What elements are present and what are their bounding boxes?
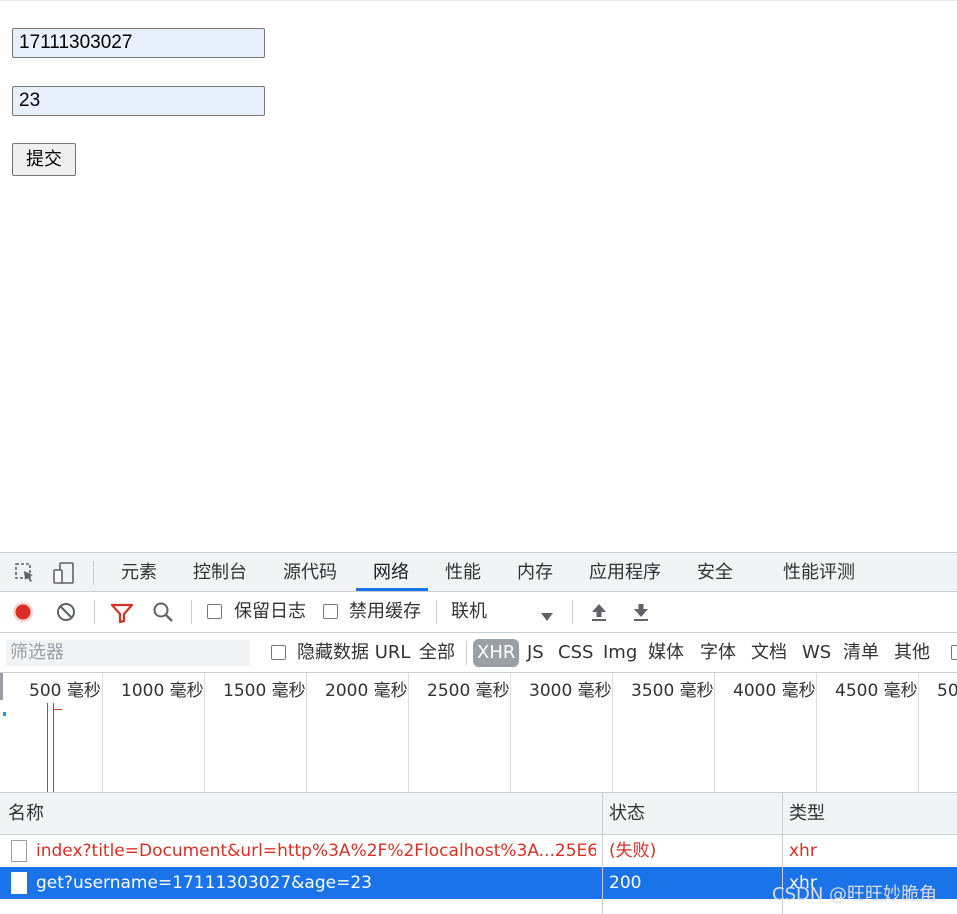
device-toolbar-icon[interactable] bbox=[52, 561, 76, 585]
hide-data-url-checkbox[interactable] bbox=[271, 645, 286, 660]
timeline-gridline bbox=[816, 673, 817, 792]
devtools-panel: 元素 控制台 源代码 网络 性能 内存 应用程序 安全 性能评测 保留日志 禁用… bbox=[0, 552, 957, 914]
tab-console[interactable]: 控制台 bbox=[193, 553, 247, 591]
record-icon[interactable] bbox=[12, 601, 34, 623]
column-header-type[interactable]: 类型 bbox=[789, 793, 825, 835]
timeline-request-mark bbox=[3, 712, 6, 716]
blocked-requests-checkbox[interactable] bbox=[951, 645, 957, 660]
tab-sources[interactable]: 源代码 bbox=[283, 553, 337, 591]
toolbar-divider bbox=[572, 600, 573, 624]
filter-type-doc[interactable]: 文档 bbox=[751, 633, 787, 673]
chevron-down-icon[interactable] bbox=[540, 607, 554, 621]
age-input[interactable]: 23 bbox=[12, 86, 265, 116]
throttling-select[interactable]: 联机 bbox=[451, 592, 487, 632]
filter-type-css[interactable]: CSS bbox=[558, 633, 593, 673]
toolbar-divider bbox=[94, 600, 95, 624]
timeline-tick-label: 3000 毫秒 bbox=[529, 681, 612, 701]
timeline-gridline bbox=[510, 673, 511, 792]
watermark: CSDN @旺旺妙脆角 bbox=[772, 884, 938, 905]
timeline-tick-label: 4500 毫秒 bbox=[835, 681, 918, 701]
table-header: 名称 状态 类型 bbox=[0, 793, 957, 835]
timeline-tick-label: 50 bbox=[937, 681, 957, 701]
timeline-tick-label: 3500 毫秒 bbox=[631, 681, 714, 701]
timeline-gridline bbox=[918, 673, 919, 792]
filter-type-ws[interactable]: WS bbox=[802, 633, 831, 673]
filter-type-xhr[interactable]: XHR bbox=[473, 639, 520, 667]
filter-type-js[interactable]: JS bbox=[527, 633, 544, 673]
disable-cache-checkbox[interactable] bbox=[323, 604, 338, 619]
tab-performance[interactable]: 性能 bbox=[445, 553, 481, 591]
preserve-log-label: 保留日志 bbox=[234, 601, 306, 622]
hide-data-url-label: 隐藏数据 URL bbox=[297, 642, 411, 663]
timeline-tick-label: 4000 毫秒 bbox=[733, 681, 816, 701]
column-header-status[interactable]: 状态 bbox=[609, 793, 645, 835]
filter-type-all[interactable]: 全部 bbox=[419, 633, 455, 673]
clear-icon[interactable] bbox=[56, 602, 76, 622]
import-har-icon[interactable] bbox=[589, 602, 609, 622]
export-har-icon[interactable] bbox=[631, 602, 651, 622]
filter-input[interactable]: 筛选器 bbox=[6, 640, 250, 666]
timeline-tick-label: 1000 毫秒 bbox=[121, 681, 204, 701]
request-name: index?title=Document&url=http%3A%2F%2Flo… bbox=[36, 841, 596, 861]
table-row[interactable]: index?title=Document&url=http%3A%2F%2Flo… bbox=[0, 835, 957, 867]
toolbar-divider bbox=[93, 561, 94, 585]
toolbar-divider bbox=[191, 600, 192, 624]
network-toolbar: 保留日志 禁用缓存 联机 bbox=[0, 592, 957, 633]
tab-elements[interactable]: 元素 bbox=[121, 553, 157, 591]
timeline-gridline bbox=[204, 673, 205, 792]
tab-memory[interactable]: 内存 bbox=[517, 553, 553, 591]
toolbar-divider bbox=[436, 600, 437, 624]
filter-type-img[interactable]: Img bbox=[603, 633, 637, 673]
preserve-log-checkbox[interactable] bbox=[207, 604, 222, 619]
tab-network[interactable]: 网络 bbox=[373, 553, 409, 591]
tab-lighthouse[interactable]: 性能评测 bbox=[783, 553, 855, 591]
search-icon[interactable] bbox=[152, 601, 174, 623]
timeline-tick-label: 500 毫秒 bbox=[29, 681, 101, 701]
page-top-border bbox=[0, 0, 957, 1]
active-tab-indicator bbox=[356, 588, 428, 591]
filter-type-manifest[interactable]: 清单 bbox=[843, 633, 879, 673]
column-divider[interactable] bbox=[602, 793, 603, 914]
overview-handle[interactable] bbox=[0, 673, 3, 700]
filter-type-media[interactable]: 媒体 bbox=[648, 633, 684, 673]
timeline-gridline bbox=[612, 673, 613, 792]
timeline-gridline bbox=[408, 673, 409, 792]
inspect-element-icon[interactable] bbox=[13, 561, 37, 585]
request-type: xhr bbox=[789, 841, 817, 861]
document-file-icon bbox=[11, 840, 27, 862]
domcontentloaded-marker bbox=[47, 703, 48, 792]
devtools-tab-bar: 元素 控制台 源代码 网络 性能 内存 应用程序 安全 性能评测 bbox=[0, 552, 957, 592]
load-event-tick bbox=[54, 709, 62, 710]
network-overview-timeline[interactable]: 500 毫秒 1000 毫秒 1500 毫秒 2000 毫秒 2500 毫秒 3… bbox=[0, 673, 957, 793]
request-status: (失败) bbox=[609, 841, 657, 861]
submit-button[interactable]: 提交 bbox=[12, 143, 76, 176]
disable-cache-label: 禁用缓存 bbox=[349, 601, 421, 622]
filter-icon[interactable] bbox=[110, 602, 134, 624]
column-header-name[interactable]: 名称 bbox=[8, 793, 44, 835]
toolbar-divider bbox=[466, 641, 467, 665]
request-status: 200 bbox=[609, 873, 642, 893]
timeline-tick-label: 1500 毫秒 bbox=[223, 681, 306, 701]
network-filter-bar: 筛选器 隐藏数据 URL 全部 XHR JS CSS Img 媒体 字体 文档 … bbox=[0, 633, 957, 673]
timeline-gridline bbox=[306, 673, 307, 792]
tab-security[interactable]: 安全 bbox=[697, 553, 733, 591]
filter-type-other[interactable]: 其他 bbox=[894, 633, 930, 673]
tab-application[interactable]: 应用程序 bbox=[589, 553, 661, 591]
username-input[interactable]: 17111303027 bbox=[12, 28, 265, 58]
timeline-tick-label: 2000 毫秒 bbox=[325, 681, 408, 701]
timeline-tick-label: 2500 毫秒 bbox=[427, 681, 510, 701]
timeline-gridline bbox=[714, 673, 715, 792]
load-event-marker bbox=[53, 703, 54, 792]
request-name: get?username=17111303027&age=23 bbox=[36, 873, 372, 893]
filter-type-font[interactable]: 字体 bbox=[700, 633, 736, 673]
document-file-icon bbox=[11, 872, 27, 894]
timeline-gridline bbox=[102, 673, 103, 792]
